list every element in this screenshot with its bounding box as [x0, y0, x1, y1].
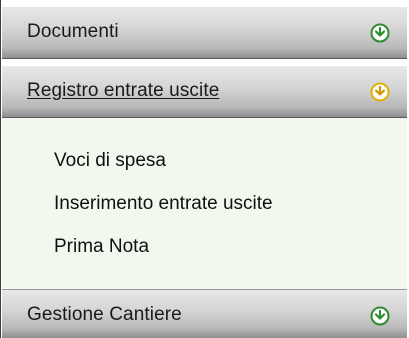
submenu-panel: Voci di spesa Inserimento entrate uscite…	[2, 118, 407, 290]
section-header-gestione-cantiere[interactable]: Gestione Cantiere	[2, 290, 407, 338]
section-header-registro[interactable]: Registro entrate uscite	[2, 66, 407, 118]
collapse-arrow-icon[interactable]	[370, 82, 390, 102]
submenu-item-voci-di-spesa[interactable]: Voci di spesa	[54, 150, 166, 172]
expand-arrow-icon[interactable]	[370, 23, 390, 43]
submenu-item-prima-nota[interactable]: Prima Nota	[54, 236, 149, 258]
menu-top-spacer	[2, 0, 407, 7]
section-label: Documenti	[27, 21, 119, 42]
expand-arrow-icon[interactable]	[370, 306, 390, 326]
section-label: Registro entrate uscite	[27, 80, 220, 101]
section-divider	[2, 59, 407, 66]
section-label: Gestione Cantiere	[27, 304, 182, 325]
accordion-menu: Documenti Registro entrate uscite Voci d…	[0, 0, 407, 338]
section-header-documenti[interactable]: Documenti	[2, 7, 407, 59]
submenu-item-inserimento[interactable]: Inserimento entrate uscite	[54, 193, 273, 215]
